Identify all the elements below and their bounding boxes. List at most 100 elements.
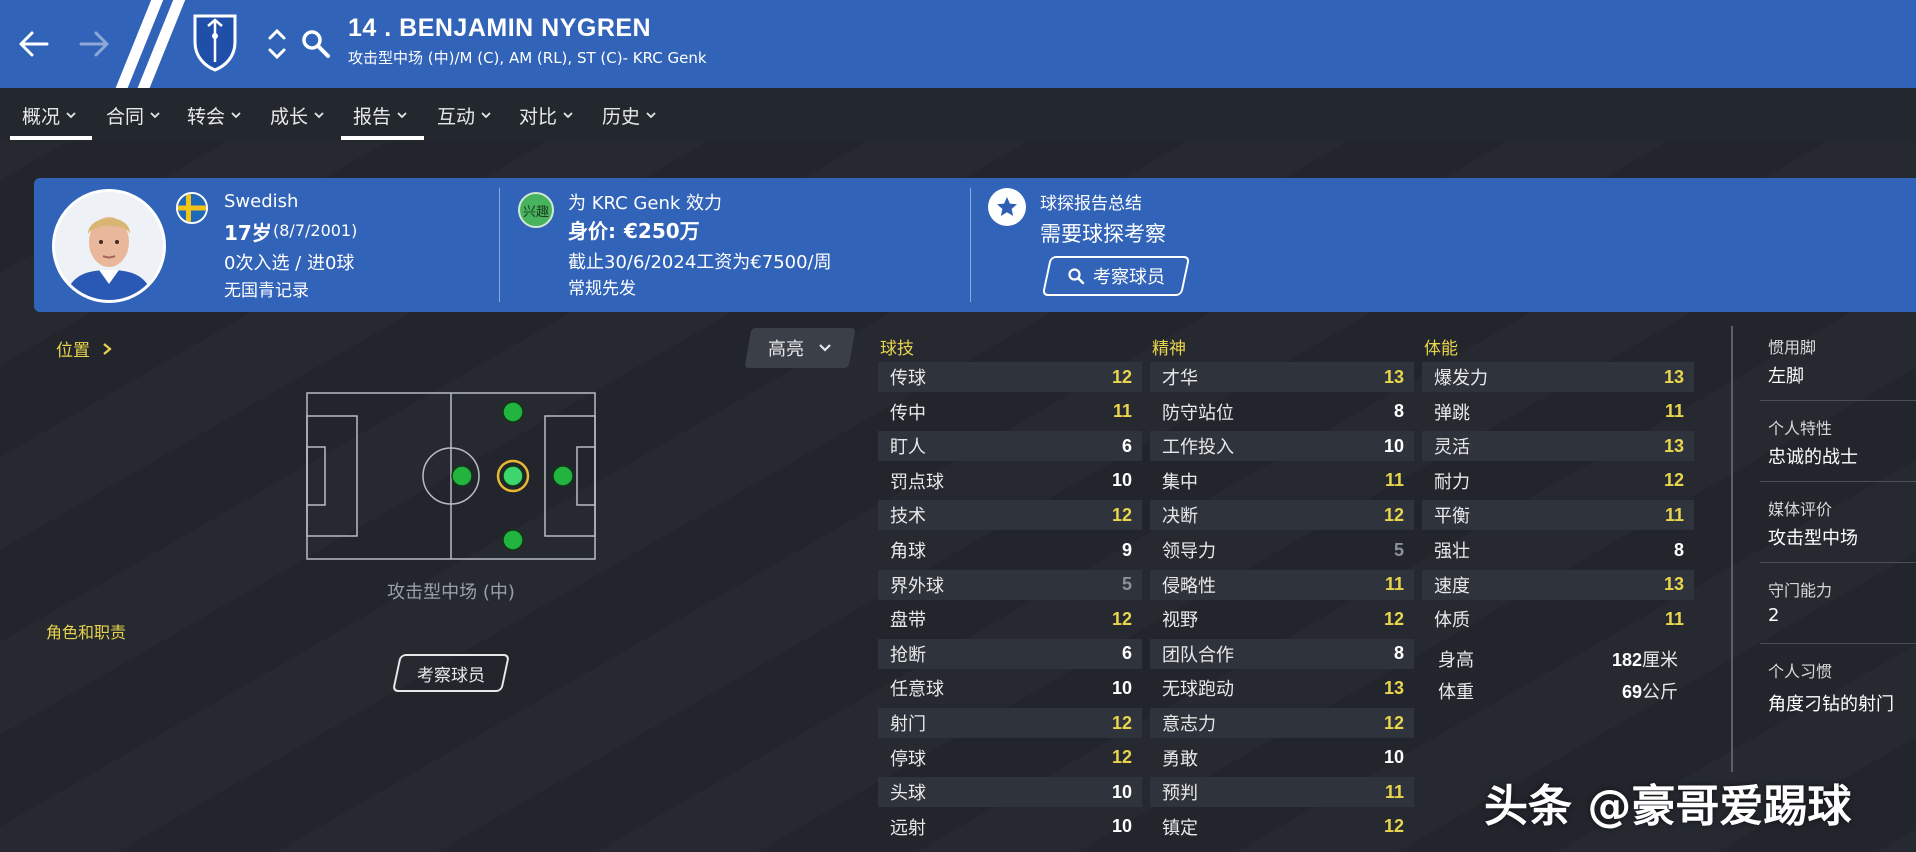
- attribute-row: 停球 12: [878, 743, 1142, 773]
- tab-contract[interactable]: 合同: [106, 88, 160, 142]
- attribute-value: 10: [1383, 435, 1404, 456]
- search-icon[interactable]: [300, 28, 332, 60]
- attribute-value: 12: [1383, 712, 1404, 733]
- media-description-value: 攻击型中场: [1768, 528, 1858, 549]
- media-description-label: 媒体评价: [1768, 500, 1833, 519]
- attribute-value: 13: [1663, 435, 1684, 456]
- tab-history[interactable]: 历史: [602, 88, 656, 142]
- position-link[interactable]: 位置: [56, 336, 114, 361]
- chevron-right-icon: [103, 342, 112, 355]
- attribute-row: 领导力 5: [1150, 535, 1414, 565]
- attribute-row: 头球 10: [878, 777, 1142, 808]
- attribute-name: 无球跑动: [1162, 679, 1234, 701]
- attribute-value: 10: [1383, 747, 1404, 768]
- attribute-row: 勇敢 10: [1150, 743, 1414, 773]
- attribute-row: 角球 9: [878, 535, 1142, 565]
- chevron-down-icon: [563, 112, 573, 119]
- attribute-value: 6: [1121, 435, 1132, 456]
- attribute-row: 远射 10: [878, 812, 1142, 842]
- chevron-down-icon: [150, 112, 160, 119]
- attribute-name: 任意球: [890, 679, 944, 701]
- attribute-row: 传中 11: [878, 397, 1142, 427]
- attribute-name: 抢断: [890, 644, 926, 666]
- weight-label: 体重: [1438, 682, 1474, 703]
- chevron-down-icon: [397, 112, 407, 119]
- attribute-name: 弹跳: [1434, 402, 1470, 424]
- attribute-value: 11: [1664, 401, 1684, 422]
- attribute-row: 盯人 6: [878, 431, 1142, 462]
- value-prefix: 身价:: [568, 219, 616, 243]
- roles-label: 角色和职责: [46, 623, 127, 642]
- preferred-foot-label: 惯用脚: [1768, 338, 1817, 357]
- attribute-name: 射门: [890, 714, 926, 735]
- attribute-value: 10: [1111, 781, 1132, 802]
- attribute-name: 技术: [890, 506, 926, 528]
- tab-overview[interactable]: 概况: [22, 88, 76, 142]
- tab-label: 成长: [270, 105, 309, 128]
- attribute-name: 意志力: [1162, 714, 1216, 735]
- tab-interaction[interactable]: 互动: [437, 88, 491, 142]
- up-down-icon[interactable]: [266, 24, 288, 64]
- position-caption: 攻击型中场 (中): [387, 582, 515, 603]
- attribute-value: 11: [1384, 470, 1404, 491]
- attribute-row: 意志力 12: [1150, 708, 1414, 738]
- highlight-dropdown[interactable]: 高亮: [748, 328, 852, 368]
- weight-row: 体重 69公斤: [1426, 676, 1690, 706]
- attribute-value: 12: [1111, 712, 1132, 733]
- attribute-name: 传球: [890, 368, 926, 389]
- position-label: 位置: [56, 341, 90, 361]
- attribute-name: 团队合作: [1162, 644, 1234, 666]
- header-bar: 14 . BENJAMIN NYGREN 攻击型中场 (中)/M (C), AM…: [0, 0, 1916, 88]
- interest-badge: 兴趣: [518, 192, 554, 228]
- attribute-row: 爆发力 13: [1422, 362, 1694, 392]
- tab-label: 对比: [519, 105, 558, 128]
- tab-report[interactable]: 报告: [353, 88, 407, 142]
- attribute-name: 体质: [1434, 610, 1470, 632]
- tab-development[interactable]: 成长: [270, 88, 324, 142]
- player-photo: [52, 189, 166, 303]
- attribute-value: 11: [1112, 401, 1132, 422]
- attribute-row: 技术 12: [878, 500, 1142, 531]
- tab-label: 报告: [353, 105, 392, 128]
- attribute-row: 体质 11: [1422, 604, 1694, 634]
- attribute-row: 预判 11: [1150, 777, 1414, 808]
- player-title: 14 . BENJAMIN NYGREN: [348, 14, 652, 42]
- attribute-name: 灵活: [1434, 437, 1470, 459]
- attribute-row: 防守站位 8: [1150, 397, 1414, 427]
- attribute-row: 才华 13: [1150, 362, 1414, 392]
- club-line: 为 KRC Genk 效力: [568, 193, 723, 214]
- tab-transfer[interactable]: 转会: [187, 88, 241, 142]
- card-divider: [499, 188, 500, 302]
- club-crest-icon[interactable]: [190, 12, 240, 72]
- attribute-value: 8: [1393, 643, 1404, 664]
- chevron-down-icon: [481, 112, 491, 119]
- attribute-value: 9: [1121, 539, 1132, 560]
- back-arrow-icon: [19, 31, 49, 57]
- weight-unit: 公斤: [1642, 682, 1678, 703]
- tab-label: 转会: [187, 105, 226, 128]
- scout-player-button-secondary[interactable]: 考察球员: [396, 654, 506, 692]
- attribute-value: 13: [1663, 574, 1684, 595]
- tab-label: 历史: [602, 105, 641, 128]
- attribute-row: 平衡 11: [1422, 500, 1694, 531]
- forward-button[interactable]: [72, 22, 116, 66]
- attribute-value: 12: [1111, 366, 1132, 387]
- attribute-value: 6: [1121, 643, 1132, 664]
- height-value: 182: [1611, 650, 1642, 670]
- watermark: 头条 @豪哥爱踢球: [1484, 781, 1852, 832]
- player-traits-label: 个人习惯: [1768, 662, 1833, 681]
- attribute-name: 镇定: [1162, 817, 1198, 839]
- contract-info: 截止30/6/2024工资为€7500/周: [568, 252, 832, 273]
- tab-compare[interactable]: 对比: [519, 88, 573, 142]
- back-button[interactable]: [12, 22, 56, 66]
- position-dot: [502, 529, 524, 551]
- attribute-row: 传球 12: [878, 362, 1142, 392]
- attribute-value: 13: [1663, 366, 1684, 387]
- attribute-row: 视野 12: [1150, 604, 1414, 634]
- attribute-row: 任意球 10: [878, 673, 1142, 703]
- personality-label: 个人特性: [1768, 419, 1833, 438]
- attribute-value: 8: [1673, 539, 1684, 560]
- scout-player-button[interactable]: 考察球员: [1046, 256, 1186, 296]
- preferred-foot-value: 左脚: [1768, 366, 1804, 387]
- active-tab-indicator: [10, 136, 92, 140]
